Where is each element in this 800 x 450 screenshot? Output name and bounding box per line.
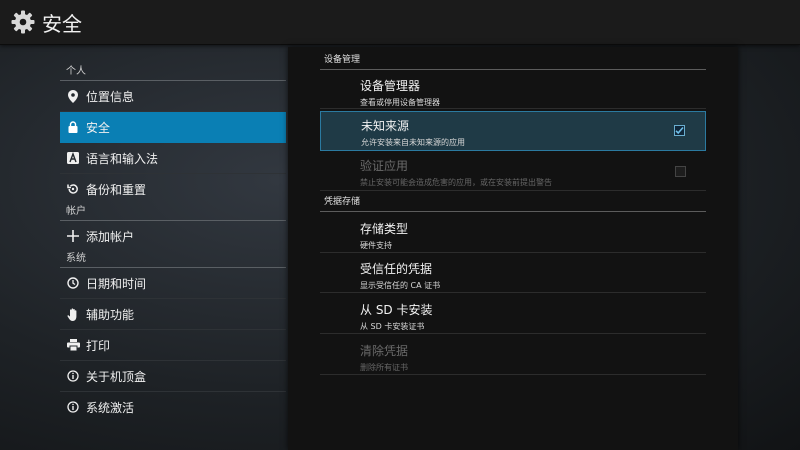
settings-header-list: 个人 位置信息 安全 语言和输入法 备份和重置 帐户 添加帐户 系统 日期和时间… <box>60 64 286 422</box>
sidebar-item-label: 安全 <box>86 120 111 135</box>
pref-summary: 显示受信任的 CA 证书 <box>360 281 441 290</box>
pref-title: 未知来源 <box>361 119 410 133</box>
location-pin-icon <box>66 89 80 103</box>
sidebar-item-add-account[interactable]: 添加帐户 <box>60 221 286 251</box>
pref-title: 存储类型 <box>360 222 409 236</box>
sidebar-item-label: 位置信息 <box>86 89 135 104</box>
pref-summary: 查看或停用设备管理器 <box>360 98 440 107</box>
pref-title: 设备管理器 <box>360 79 421 93</box>
sidebar-item-label: 辅助功能 <box>86 307 135 322</box>
pref-summary: 允许安装来自未知来源的应用 <box>361 138 465 147</box>
backup-restore-icon <box>66 182 80 196</box>
pref-trusted-credentials[interactable]: 受信任的凭据 显示受信任的 CA 证书 <box>320 255 706 293</box>
sidebar-item-label: 添加帐户 <box>86 229 135 244</box>
sidebar-item-language-input[interactable]: 语言和输入法 <box>60 143 286 174</box>
hand-icon <box>66 307 80 321</box>
sidebar-item-accessibility[interactable]: 辅助功能 <box>60 299 286 330</box>
pref-install-from-sd[interactable]: 从 SD 卡安装 从 SD 卡安装证书 <box>320 296 706 334</box>
sidebar-item-about-box[interactable]: 关于机顶盒 <box>60 361 286 392</box>
pref-title: 从 SD 卡安装 <box>360 303 433 317</box>
sidebar-item-label: 关于机顶盒 <box>86 369 147 384</box>
pref-summary: 删除所有证书 <box>360 363 408 372</box>
sidebar-item-label: 系统激活 <box>86 400 135 415</box>
category-accounts: 帐户 <box>60 204 286 221</box>
sidebar-item-backup-reset[interactable]: 备份和重置 <box>60 174 286 204</box>
section-device-admin: 设备管理 <box>320 50 706 70</box>
pref-device-administrators[interactable]: 设备管理器 查看或停用设备管理器 <box>320 73 706 109</box>
sidebar-item-label: 备份和重置 <box>86 182 147 197</box>
settings-gear-icon[interactable] <box>10 9 36 35</box>
sidebar-item-security[interactable]: 安全 <box>60 112 286 143</box>
sidebar-item-label: 日期和时间 <box>86 276 147 291</box>
pref-summary: 从 SD 卡安装证书 <box>360 322 425 331</box>
unknown-sources-checkbox[interactable] <box>674 125 685 136</box>
clock-icon <box>66 276 80 290</box>
category-system: 系统 <box>60 251 286 268</box>
pref-summary: 硬件支持 <box>360 241 392 250</box>
verify-apps-checkbox[interactable] <box>675 166 686 177</box>
action-bar: 安全 <box>0 0 800 45</box>
plus-icon <box>66 229 80 243</box>
pref-clear-credentials[interactable]: 清除凭据 删除所有证书 <box>320 337 706 375</box>
sidebar-item-label: 语言和输入法 <box>86 151 159 166</box>
pref-title: 受信任的凭据 <box>360 262 433 276</box>
page-title: 安全 <box>42 11 82 36</box>
pref-storage-type[interactable]: 存储类型 硬件支持 <box>320 215 706 253</box>
info-icon <box>66 400 80 414</box>
pref-summary: 禁止安装可能会造成危害的应用，或在安装前提出警告 <box>360 178 552 187</box>
sidebar-item-label: 打印 <box>86 338 111 353</box>
lock-icon <box>66 120 80 134</box>
keyboard-letter-icon <box>66 151 80 165</box>
info-icon <box>66 369 80 383</box>
pref-verify-apps[interactable]: 验证应用 禁止安装可能会造成危害的应用，或在安装前提出警告 <box>320 153 706 191</box>
printer-icon <box>66 338 80 352</box>
sidebar-item-date-time[interactable]: 日期和时间 <box>60 268 286 299</box>
pref-title: 验证应用 <box>360 159 409 173</box>
sidebar-item-location[interactable]: 位置信息 <box>60 81 286 112</box>
security-preferences-panel: 设备管理 设备管理器 查看或停用设备管理器 未知来源 允许安装来自未知来源的应用… <box>288 47 738 450</box>
section-credential-storage: 凭据存储 <box>320 192 706 212</box>
sidebar-item-system-activation[interactable]: 系统激活 <box>60 392 286 422</box>
pref-unknown-sources[interactable]: 未知来源 允许安装来自未知来源的应用 <box>320 111 706 151</box>
pref-title: 清除凭据 <box>360 344 409 358</box>
sidebar-item-print[interactable]: 打印 <box>60 330 286 361</box>
category-personal: 个人 <box>60 64 286 81</box>
